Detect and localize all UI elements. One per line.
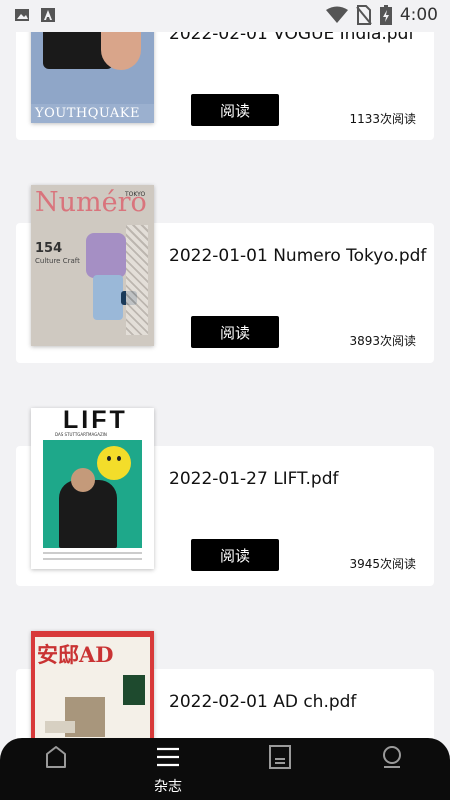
cover-subtitle: TOKYO — [125, 191, 146, 198]
document-icon[interactable] — [268, 744, 292, 770]
nav-profile[interactable] — [336, 738, 448, 800]
cover-title: 安邸AD — [37, 642, 114, 667]
cover-issue-number: 154 — [35, 241, 63, 256]
read-count: 3893次阅读 — [349, 334, 416, 348]
magazine-title: 2022-01-01 Numero Tokyo.pdf — [169, 246, 427, 266]
no-sim-icon — [356, 5, 372, 25]
read-count: 3945次阅读 — [349, 557, 416, 571]
read-button[interactable]: 阅读 — [191, 316, 279, 348]
wifi-icon — [325, 6, 348, 23]
cover-line: Culture Craft — [35, 257, 80, 265]
magazine-cover[interactable]: Numéro TOKYO 154 Culture Craft — [31, 185, 154, 346]
magazine-feed[interactable]: YOUTHQUAKE 2022-02-01 VOGUE India.pdf 阅读… — [0, 0, 450, 800]
read-count: 1133次阅读 — [349, 112, 416, 126]
menu-icon[interactable] — [156, 744, 180, 770]
magazine-title: 2022-02-01 AD ch.pdf — [169, 692, 357, 712]
cover-subtitle: DAS STUTTGARTMAGAZIN — [55, 432, 107, 437]
magazine-cover[interactable]: LIFT DAS STUTTGARTMAGAZIN — [31, 408, 154, 569]
bottom-nav: 杂志 — [0, 738, 450, 800]
magazine-title: 2022-01-27 LIFT.pdf — [169, 469, 339, 489]
nav-label-magazine: 杂志 — [154, 779, 182, 795]
read-button[interactable]: 阅读 — [191, 539, 279, 571]
nav-documents[interactable] — [224, 738, 336, 800]
read-button[interactable]: 阅读 — [191, 94, 279, 126]
cover-title: YOUTHQUAKE — [35, 106, 141, 121]
status-time: 4:00 — [399, 5, 438, 25]
profile-icon[interactable] — [380, 744, 404, 770]
nav-home[interactable] — [0, 738, 112, 800]
a-box-icon — [41, 8, 55, 22]
battery-icon — [379, 5, 392, 25]
cover-title: LIFT — [63, 408, 128, 434]
home-icon[interactable] — [44, 744, 68, 770]
nav-magazine[interactable]: 杂志 — [112, 738, 224, 800]
status-bar: 4:00 — [0, 0, 450, 32]
image-icon — [15, 9, 29, 21]
